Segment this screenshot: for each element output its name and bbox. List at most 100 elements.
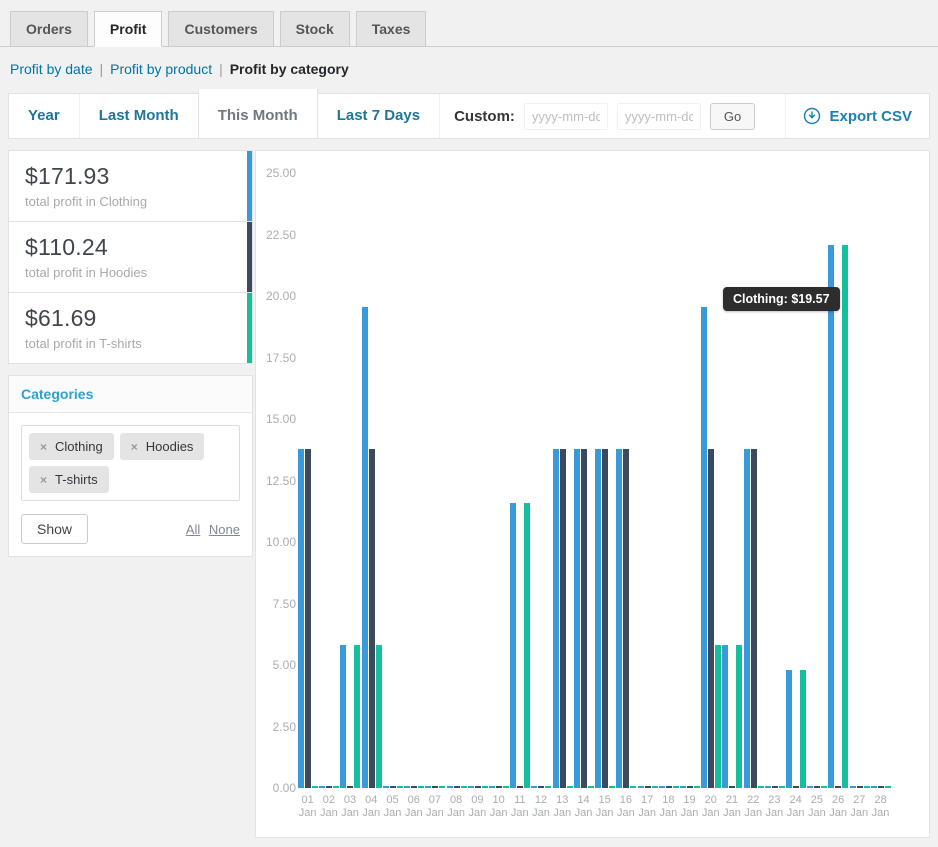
bar-t-shirts-04-jan[interactable] [376, 645, 382, 788]
bar-clothing-21-jan[interactable] [722, 645, 728, 788]
bar-hoodies-15-jan[interactable] [602, 449, 608, 788]
bar-hoodies-26-jan[interactable] [835, 786, 841, 788]
bar-hoodies-12-jan[interactable] [538, 786, 544, 788]
export-csv-button[interactable]: Export CSV [785, 94, 929, 138]
tab-profit[interactable]: Profit [94, 11, 163, 47]
bar-clothing-22-jan[interactable] [744, 449, 750, 788]
select-none-link[interactable]: None [209, 522, 240, 537]
bar-clothing-13-jan[interactable] [553, 449, 559, 788]
bar-hoodies-05-jan[interactable] [390, 786, 396, 788]
bar-hoodies-06-jan[interactable] [411, 786, 417, 788]
bar-t-shirts-15-jan[interactable] [609, 786, 615, 788]
bar-clothing-08-jan[interactable] [447, 786, 453, 788]
bar-hoodies-22-jan[interactable] [751, 449, 757, 788]
bar-hoodies-11-jan[interactable] [517, 786, 523, 788]
bar-t-shirts-03-jan[interactable] [354, 645, 360, 788]
subnav-item-profit-by-category[interactable]: Profit by category [230, 61, 349, 77]
bar-clothing-07-jan[interactable] [425, 786, 431, 788]
bar-clothing-15-jan[interactable] [595, 449, 601, 788]
chip-remove-icon[interactable]: × [131, 440, 138, 454]
bar-clothing-11-jan[interactable] [510, 503, 516, 788]
subnav-item-profit-by-date[interactable]: Profit by date [10, 61, 93, 77]
bar-t-shirts-08-jan[interactable] [461, 786, 467, 788]
select-all-link[interactable]: All [186, 522, 200, 537]
bar-hoodies-04-jan[interactable] [369, 449, 375, 788]
bar-t-shirts-26-jan[interactable] [842, 245, 848, 788]
bar-hoodies-27-jan[interactable] [857, 786, 863, 788]
category-chip-hoodies[interactable]: ×Hoodies [120, 433, 205, 460]
bar-hoodies-24-jan[interactable] [793, 786, 799, 788]
bar-t-shirts-16-jan[interactable] [630, 786, 636, 788]
bar-clothing-14-jan[interactable] [574, 449, 580, 788]
bar-hoodies-28-jan[interactable] [878, 786, 884, 788]
bar-hoodies-21-jan[interactable] [729, 786, 735, 788]
chip-remove-icon[interactable]: × [40, 440, 47, 454]
bar-t-shirts-17-jan[interactable] [652, 786, 658, 788]
bar-t-shirts-02-jan[interactable] [333, 786, 339, 788]
bar-hoodies-19-jan[interactable] [687, 786, 693, 788]
bar-t-shirts-21-jan[interactable] [736, 645, 742, 788]
tab-orders[interactable]: Orders [10, 11, 88, 47]
bar-t-shirts-23-jan[interactable] [779, 786, 785, 788]
bar-t-shirts-13-jan[interactable] [567, 786, 573, 788]
bar-clothing-04-jan[interactable] [362, 307, 368, 788]
bar-clothing-10-jan[interactable] [489, 786, 495, 788]
range-tab-year[interactable]: Year [9, 94, 80, 138]
bar-t-shirts-06-jan[interactable] [418, 786, 424, 788]
bar-clothing-23-jan[interactable] [765, 786, 771, 788]
chip-remove-icon[interactable]: × [40, 473, 47, 487]
bar-clothing-24-jan[interactable] [786, 670, 792, 788]
bar-t-shirts-10-jan[interactable] [503, 786, 509, 788]
bar-clothing-02-jan[interactable] [319, 786, 325, 788]
bar-t-shirts-28-jan[interactable] [885, 786, 891, 788]
range-tab-this-month[interactable]: This Month [198, 89, 318, 138]
bar-clothing-28-jan[interactable] [871, 786, 877, 788]
range-tab-last-month[interactable]: Last Month [80, 94, 199, 138]
date-from-input[interactable] [524, 103, 608, 130]
bar-t-shirts-12-jan[interactable] [545, 786, 551, 788]
bar-t-shirts-07-jan[interactable] [439, 786, 445, 788]
bar-clothing-18-jan[interactable] [659, 786, 665, 788]
bar-hoodies-18-jan[interactable] [666, 786, 672, 788]
bar-t-shirts-18-jan[interactable] [673, 786, 679, 788]
bar-clothing-01-jan[interactable] [298, 449, 304, 788]
bar-clothing-09-jan[interactable] [468, 786, 474, 788]
bar-hoodies-02-jan[interactable] [326, 786, 332, 788]
bar-clothing-16-jan[interactable] [616, 449, 622, 788]
tab-customers[interactable]: Customers [168, 11, 273, 47]
bar-clothing-05-jan[interactable] [383, 786, 389, 788]
bar-t-shirts-01-jan[interactable] [312, 786, 318, 788]
bar-hoodies-14-jan[interactable] [581, 449, 587, 788]
bar-t-shirts-20-jan[interactable] [715, 645, 721, 788]
bar-t-shirts-14-jan[interactable] [588, 786, 594, 788]
bar-hoodies-08-jan[interactable] [454, 786, 460, 788]
date-to-input[interactable] [617, 103, 701, 130]
bar-t-shirts-25-jan[interactable] [821, 786, 827, 788]
bar-clothing-12-jan[interactable] [531, 786, 537, 788]
bar-t-shirts-24-jan[interactable] [800, 670, 806, 788]
bar-clothing-20-jan[interactable] [701, 307, 707, 788]
bar-hoodies-25-jan[interactable] [814, 786, 820, 788]
bar-clothing-17-jan[interactable] [638, 786, 644, 788]
bar-hoodies-07-jan[interactable] [432, 786, 438, 788]
bar-clothing-19-jan[interactable] [680, 786, 686, 788]
bar-clothing-03-jan[interactable] [340, 645, 346, 788]
bar-hoodies-16-jan[interactable] [623, 449, 629, 788]
bar-hoodies-23-jan[interactable] [772, 786, 778, 788]
bar-clothing-26-jan[interactable] [828, 245, 834, 788]
category-chip-t-shirts[interactable]: ×T-shirts [29, 466, 109, 493]
show-button[interactable]: Show [21, 514, 88, 544]
bar-t-shirts-22-jan[interactable] [758, 786, 764, 788]
bar-t-shirts-05-jan[interactable] [397, 786, 403, 788]
bar-t-shirts-27-jan[interactable] [864, 786, 870, 788]
bar-t-shirts-19-jan[interactable] [694, 786, 700, 788]
bar-hoodies-13-jan[interactable] [560, 449, 566, 788]
bar-t-shirts-11-jan[interactable] [524, 503, 530, 788]
subnav-item-profit-by-product[interactable]: Profit by product [110, 61, 212, 77]
bar-clothing-27-jan[interactable] [850, 786, 856, 788]
category-chip-clothing[interactable]: ×Clothing [29, 433, 114, 460]
bar-clothing-06-jan[interactable] [404, 786, 410, 788]
tab-stock[interactable]: Stock [280, 11, 350, 47]
bar-clothing-25-jan[interactable] [807, 786, 813, 788]
range-tab-last-7-days[interactable]: Last 7 Days [318, 94, 440, 138]
